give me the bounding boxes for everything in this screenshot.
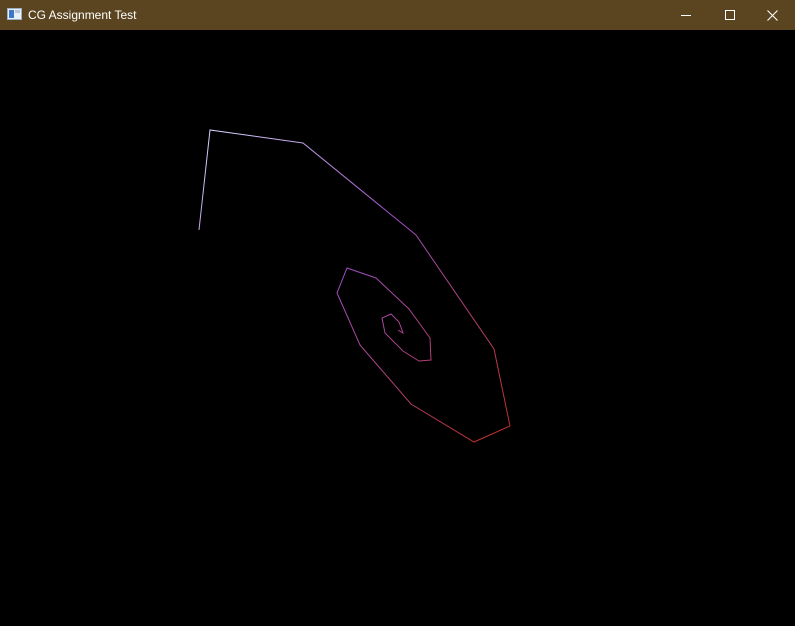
spiral-polyline <box>198 129 511 443</box>
maximize-icon <box>725 10 735 20</box>
window-title: CG Assignment Test <box>28 8 137 22</box>
maximize-button[interactable] <box>707 0 753 30</box>
app-icon <box>7 8 22 20</box>
minimize-button[interactable] <box>663 0 709 30</box>
minimize-icon <box>681 15 691 16</box>
drawing-surface <box>198 129 511 443</box>
drawing-canvas[interactable] <box>0 30 795 626</box>
close-button[interactable] <box>749 0 795 30</box>
close-icon <box>766 9 778 21</box>
title-bar[interactable]: CG Assignment Test <box>0 0 795 30</box>
app-window: CG Assignment Test <box>0 0 795 626</box>
